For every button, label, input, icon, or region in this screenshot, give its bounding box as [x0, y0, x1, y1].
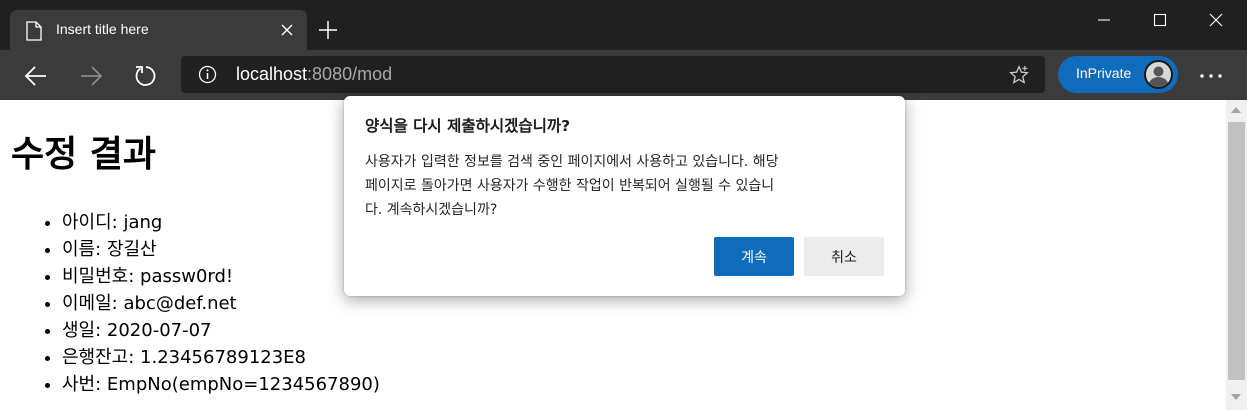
page-title: 수정 결과 [11, 134, 157, 175]
info-icon[interactable] [198, 65, 217, 84]
scroll-thumb[interactable] [1228, 122, 1245, 380]
list-item-empno: 사번: EmpNo(empNo=1234567890) [62, 371, 380, 398]
tab-title: Insert title here [56, 21, 149, 37]
list-item-password: 비밀번호: passw0rd! [62, 263, 380, 290]
browser-tab[interactable]: Insert title here [10, 10, 307, 50]
star-icon[interactable] [1009, 65, 1029, 85]
document-icon [26, 21, 42, 41]
maximize-icon [1153, 13, 1167, 27]
inprivate-button[interactable]: InPrivate [1058, 56, 1178, 93]
vertical-scrollbar[interactable] [1226, 100, 1247, 410]
result-list: 아이디: jang 이름: 장길산 비밀번호: passw0rd! 이메일: a… [0, 209, 380, 398]
refresh-icon[interactable] [133, 63, 159, 89]
more-icon[interactable] [1198, 66, 1224, 86]
list-item-name: 이름: 장길산 [62, 236, 380, 263]
dialog-message-line: 사용자가 입력한 정보를 검색 중인 페이지에서 사용하고 있습니다. 해당 [365, 154, 779, 170]
close-icon[interactable] [280, 23, 294, 37]
back-arrow-icon[interactable] [23, 63, 49, 89]
plus-icon[interactable] [318, 20, 338, 40]
cancel-button[interactable]: 취소 [804, 237, 884, 276]
minimize-icon [1098, 19, 1110, 21]
dialog-title: 양식을 다시 제출하시겠습니까? [365, 117, 571, 135]
avatar [1144, 60, 1173, 89]
maximize-button[interactable] [1134, 0, 1186, 40]
window-close-icon [1209, 13, 1223, 27]
scroll-up-icon[interactable] [1231, 107, 1241, 113]
list-item-birthday: 생일: 2020-07-07 [62, 317, 380, 344]
dialog-message-line: 다. 계속하시겠습니까? [365, 202, 498, 218]
window-close-button[interactable] [1190, 0, 1242, 40]
resubmit-dialog: 양식을 다시 제출하시겠습니까? 사용자가 입력한 정보를 검색 중인 페이지에… [344, 96, 905, 296]
inprivate-label: InPrivate [1076, 65, 1132, 81]
toolbar: localhost:8080/mod InPrivate [0, 50, 1247, 100]
url-path: :8080/mod [307, 64, 393, 84]
continue-button[interactable]: 계속 [714, 237, 794, 276]
minimize-button[interactable] [1078, 0, 1130, 40]
list-item-balance: 은행잔고: 1.23456789123E8 [62, 344, 380, 371]
dialog-message-line: 페이지로 돌아가면 사용자가 수행한 작업이 반복되어 실행될 수 있습니 [365, 178, 775, 194]
title-bar: Insert title here [0, 0, 1247, 50]
url-text[interactable]: localhost:8080/mod [236, 64, 392, 85]
list-item-id: 아이디: jang [62, 209, 380, 236]
list-item-email: 이메일: abc@def.net [62, 290, 380, 317]
forward-arrow-icon[interactable] [78, 63, 104, 89]
address-bar[interactable]: localhost:8080/mod [181, 56, 1045, 93]
dialog-message: 사용자가 입력한 정보를 검색 중인 페이지에서 사용하고 있습니다. 해당 페… [365, 150, 885, 222]
url-host: localhost [236, 64, 308, 84]
scroll-down-icon[interactable] [1231, 394, 1241, 400]
